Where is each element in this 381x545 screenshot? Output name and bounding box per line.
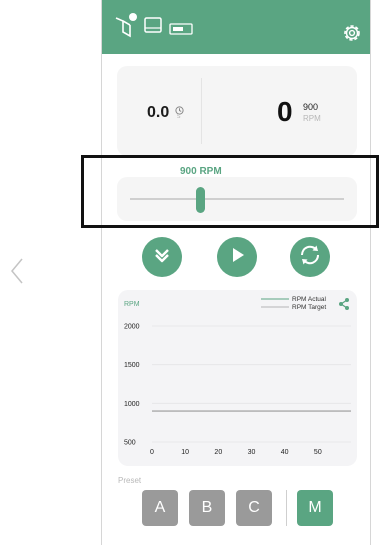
top-bar — [102, 0, 370, 54]
play-icon — [227, 245, 247, 270]
legend-label-actual: RPM Actual — [292, 296, 327, 303]
preset-divider — [286, 490, 287, 526]
legend-label-target: RPM Target — [292, 304, 326, 311]
rpm-unit: RPM — [303, 114, 321, 123]
y-axis-unit-label: RPM — [124, 301, 140, 308]
y-tick-label: 1000 — [124, 401, 140, 408]
phone-screen: 0.0 s 0 900 RPM 900 RPM 500 1000 1500 20… — [101, 0, 371, 545]
highlight-box — [81, 155, 379, 228]
gear-icon[interactable] — [342, 23, 362, 48]
rpm-chart-svg: 500 1000 1500 2000 0 10 20 30 40 50 RPM RPM Actua… — [124, 296, 351, 456]
mode-m-button[interactable]: M — [297, 490, 333, 526]
sync-button[interactable] — [290, 237, 330, 277]
card-divider — [201, 78, 202, 144]
share-icon[interactable] — [339, 298, 349, 310]
battery-icon — [169, 22, 193, 40]
preset-label: Preset — [118, 476, 142, 485]
status-card: 0.0 s 0 900 RPM — [117, 66, 357, 156]
device-connected-icon[interactable] — [114, 12, 138, 43]
x-tick-label: 0 — [150, 449, 154, 456]
x-tick-label: 20 — [214, 449, 222, 456]
y-tick-label: 1500 — [124, 362, 140, 369]
play-button[interactable] — [217, 237, 257, 277]
x-tick-label: 30 — [248, 449, 256, 456]
elapsed-time-value: 0.0 — [147, 104, 170, 121]
rpm-target-value: 900 — [303, 102, 319, 112]
chevron-left-icon[interactable] — [6, 256, 30, 286]
chevron-down-icon — [151, 244, 173, 271]
x-tick-label: 50 — [314, 449, 322, 456]
rpm-chart: 500 1000 1500 2000 0 10 20 30 40 50 RPM RPM Actua… — [118, 290, 357, 466]
y-tick-label: 500 — [124, 440, 136, 447]
x-tick-label: 10 — [181, 449, 189, 456]
preset-a-button[interactable]: A — [142, 490, 178, 526]
preset-c-button[interactable]: C — [236, 490, 272, 526]
x-tick-label: 40 — [281, 449, 289, 456]
time-unit: s — [177, 113, 181, 120]
sync-icon — [297, 242, 323, 273]
monitor-icon[interactable] — [144, 17, 162, 40]
preset-b-button[interactable]: B — [189, 490, 225, 526]
rpm-current-value: 0 — [277, 96, 293, 127]
skip-down-button[interactable] — [142, 237, 182, 277]
y-tick-label: 2000 — [124, 324, 140, 331]
